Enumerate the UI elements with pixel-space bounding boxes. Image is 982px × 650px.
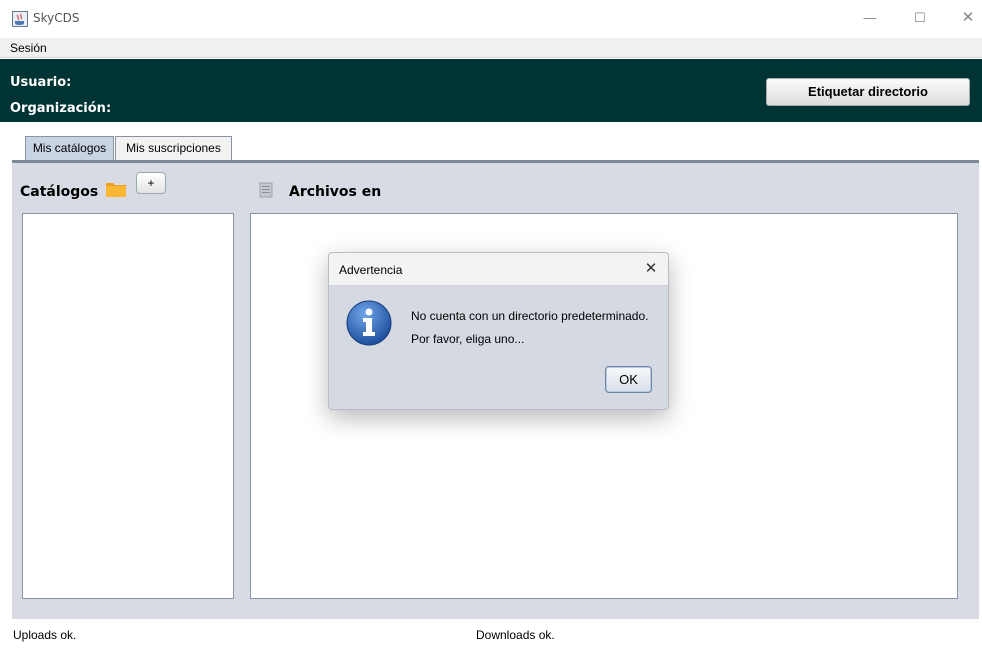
dialog-close-button[interactable]: ✕ <box>641 259 661 279</box>
etiquetar-directorio-button[interactable]: Etiquetar directorio <box>766 78 970 106</box>
java-icon <box>12 11 28 27</box>
info-icon <box>345 299 393 347</box>
document-icon <box>259 182 273 198</box>
window-close-button[interactable]: ✕ <box>956 8 980 28</box>
tab-mis-catalogos[interactable]: Mis catálogos <box>25 136 114 160</box>
downloads-status: Downloads ok. <box>476 628 555 642</box>
dialog-message-line2: Por favor, eliga uno... <box>411 332 525 346</box>
uploads-status: Uploads ok. <box>13 628 77 642</box>
dialog-titlebar[interactable]: Advertencia ✕ <box>329 253 668 286</box>
organizacion-label: Organización: <box>10 101 112 116</box>
user-header: Usuario: Organización: Etiquetar directo… <box>0 59 982 122</box>
maximize-button[interactable]: ☐ <box>908 8 932 28</box>
window-titlebar: SkyCDS — ☐ ✕ <box>0 0 982 38</box>
tab-mis-suscripciones[interactable]: Mis suscripciones <box>115 136 232 160</box>
warning-dialog: Advertencia ✕ No cuenta con un directori… <box>328 252 669 410</box>
catalogos-heading: Catálogos <box>20 184 99 200</box>
dialog-message-line1: No cuenta con un directorio predetermina… <box>411 309 649 323</box>
archivos-heading: Archivos en <box>289 184 382 200</box>
window-title: SkyCDS <box>33 11 80 25</box>
ok-button[interactable]: OK <box>605 366 652 393</box>
menu-bar: Sesión <box>0 38 982 58</box>
usuario-label: Usuario: <box>10 75 72 90</box>
minimize-button[interactable]: — <box>858 8 882 28</box>
dialog-title: Advertencia <box>339 263 403 277</box>
folder-icon <box>106 181 126 197</box>
add-catalog-button[interactable]: + <box>136 172 166 194</box>
tab-strip: Mis catálogos Mis suscripciones <box>12 122 979 162</box>
catalog-list[interactable] <box>22 213 234 599</box>
menu-item-sesion[interactable]: Sesión <box>10 41 47 55</box>
